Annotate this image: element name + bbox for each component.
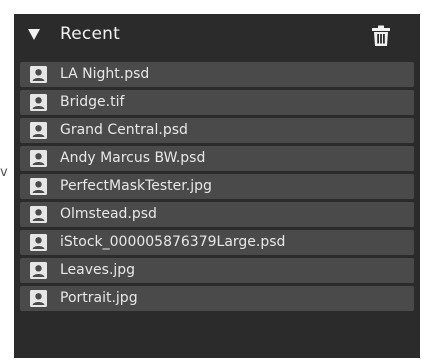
triangle-down-icon[interactable] xyxy=(25,25,43,43)
portrait-file-icon xyxy=(30,94,47,111)
list-item[interactable]: Portrait.jpg xyxy=(20,286,414,311)
list-item[interactable]: Grand Central.psd xyxy=(20,118,414,143)
file-name: Olmstead.psd xyxy=(60,206,157,222)
portrait-file-icon xyxy=(30,290,47,307)
edge-artifact: v xyxy=(0,165,8,180)
portrait-file-icon xyxy=(30,66,47,83)
portrait-file-icon xyxy=(30,262,47,279)
file-name: Portrait.jpg xyxy=(60,290,138,306)
file-name: iStock_000005876379Large.psd xyxy=(60,234,286,250)
file-name: Bridge.tif xyxy=(60,94,125,110)
file-name: Grand Central.psd xyxy=(60,122,188,138)
file-name: Andy Marcus BW.psd xyxy=(60,150,206,166)
trash-icon[interactable] xyxy=(369,24,393,48)
portrait-file-icon xyxy=(30,122,47,139)
list-item[interactable]: Olmstead.psd xyxy=(20,202,414,227)
portrait-file-icon xyxy=(30,234,47,251)
panel-title: Recent xyxy=(60,24,120,44)
list-item[interactable]: Andy Marcus BW.psd xyxy=(20,146,414,171)
recent-files-list: LA Night.psd Bridge.tif Grand Central.ps… xyxy=(20,62,414,314)
portrait-file-icon xyxy=(30,150,47,167)
portrait-file-icon xyxy=(30,178,47,195)
file-name: PerfectMaskTester.jpg xyxy=(60,178,212,194)
file-name: LA Night.psd xyxy=(60,66,150,82)
recent-files-panel: Recent LA Night.psd Bridge.tif Grand Cen… xyxy=(14,14,420,358)
file-name: Leaves.jpg xyxy=(60,262,136,278)
list-item[interactable]: PerfectMaskTester.jpg xyxy=(20,174,414,199)
list-item[interactable]: Leaves.jpg xyxy=(20,258,414,283)
list-item[interactable]: Bridge.tif xyxy=(20,90,414,115)
list-item[interactable]: iStock_000005876379Large.psd xyxy=(20,230,414,255)
list-item[interactable]: LA Night.psd xyxy=(20,62,414,87)
panel-header: Recent xyxy=(14,14,420,60)
portrait-file-icon xyxy=(30,206,47,223)
